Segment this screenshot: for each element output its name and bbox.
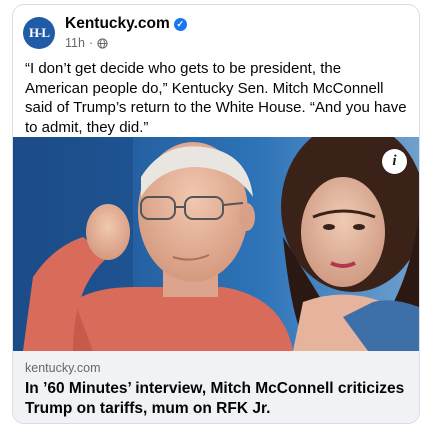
verified-badge-icon: ✓ bbox=[173, 18, 187, 31]
post-card: H-L Kentucky.com ✓ 11h · “I don’t get dec… bbox=[12, 4, 420, 424]
page-avatar[interactable]: H-L bbox=[23, 17, 55, 49]
page-name-line: Kentucky.com ✓ bbox=[65, 15, 187, 33]
photo-illustration bbox=[13, 137, 419, 351]
post-message: “I don’t get decide who gets to be presi… bbox=[25, 60, 407, 136]
post-meta: 11h · bbox=[65, 36, 108, 50]
info-button[interactable]: i bbox=[382, 149, 407, 174]
page-name-link[interactable]: Kentucky.com bbox=[65, 15, 170, 32]
link-preview[interactable]: kentucky.com In ’60 Minutes’ interview, … bbox=[13, 351, 419, 423]
link-headline[interactable]: In ’60 Minutes’ interview, Mitch McConne… bbox=[25, 379, 409, 418]
post-photo[interactable]: i bbox=[13, 137, 419, 351]
globe-icon bbox=[97, 37, 108, 49]
avatar-logo-text: H-L bbox=[28, 25, 50, 40]
link-domain: kentucky.com bbox=[25, 361, 101, 375]
post-header: H-L Kentucky.com ✓ 11h · bbox=[23, 15, 409, 55]
post-timestamp[interactable]: 11h bbox=[65, 36, 85, 50]
meta-separator: · bbox=[88, 36, 94, 50]
